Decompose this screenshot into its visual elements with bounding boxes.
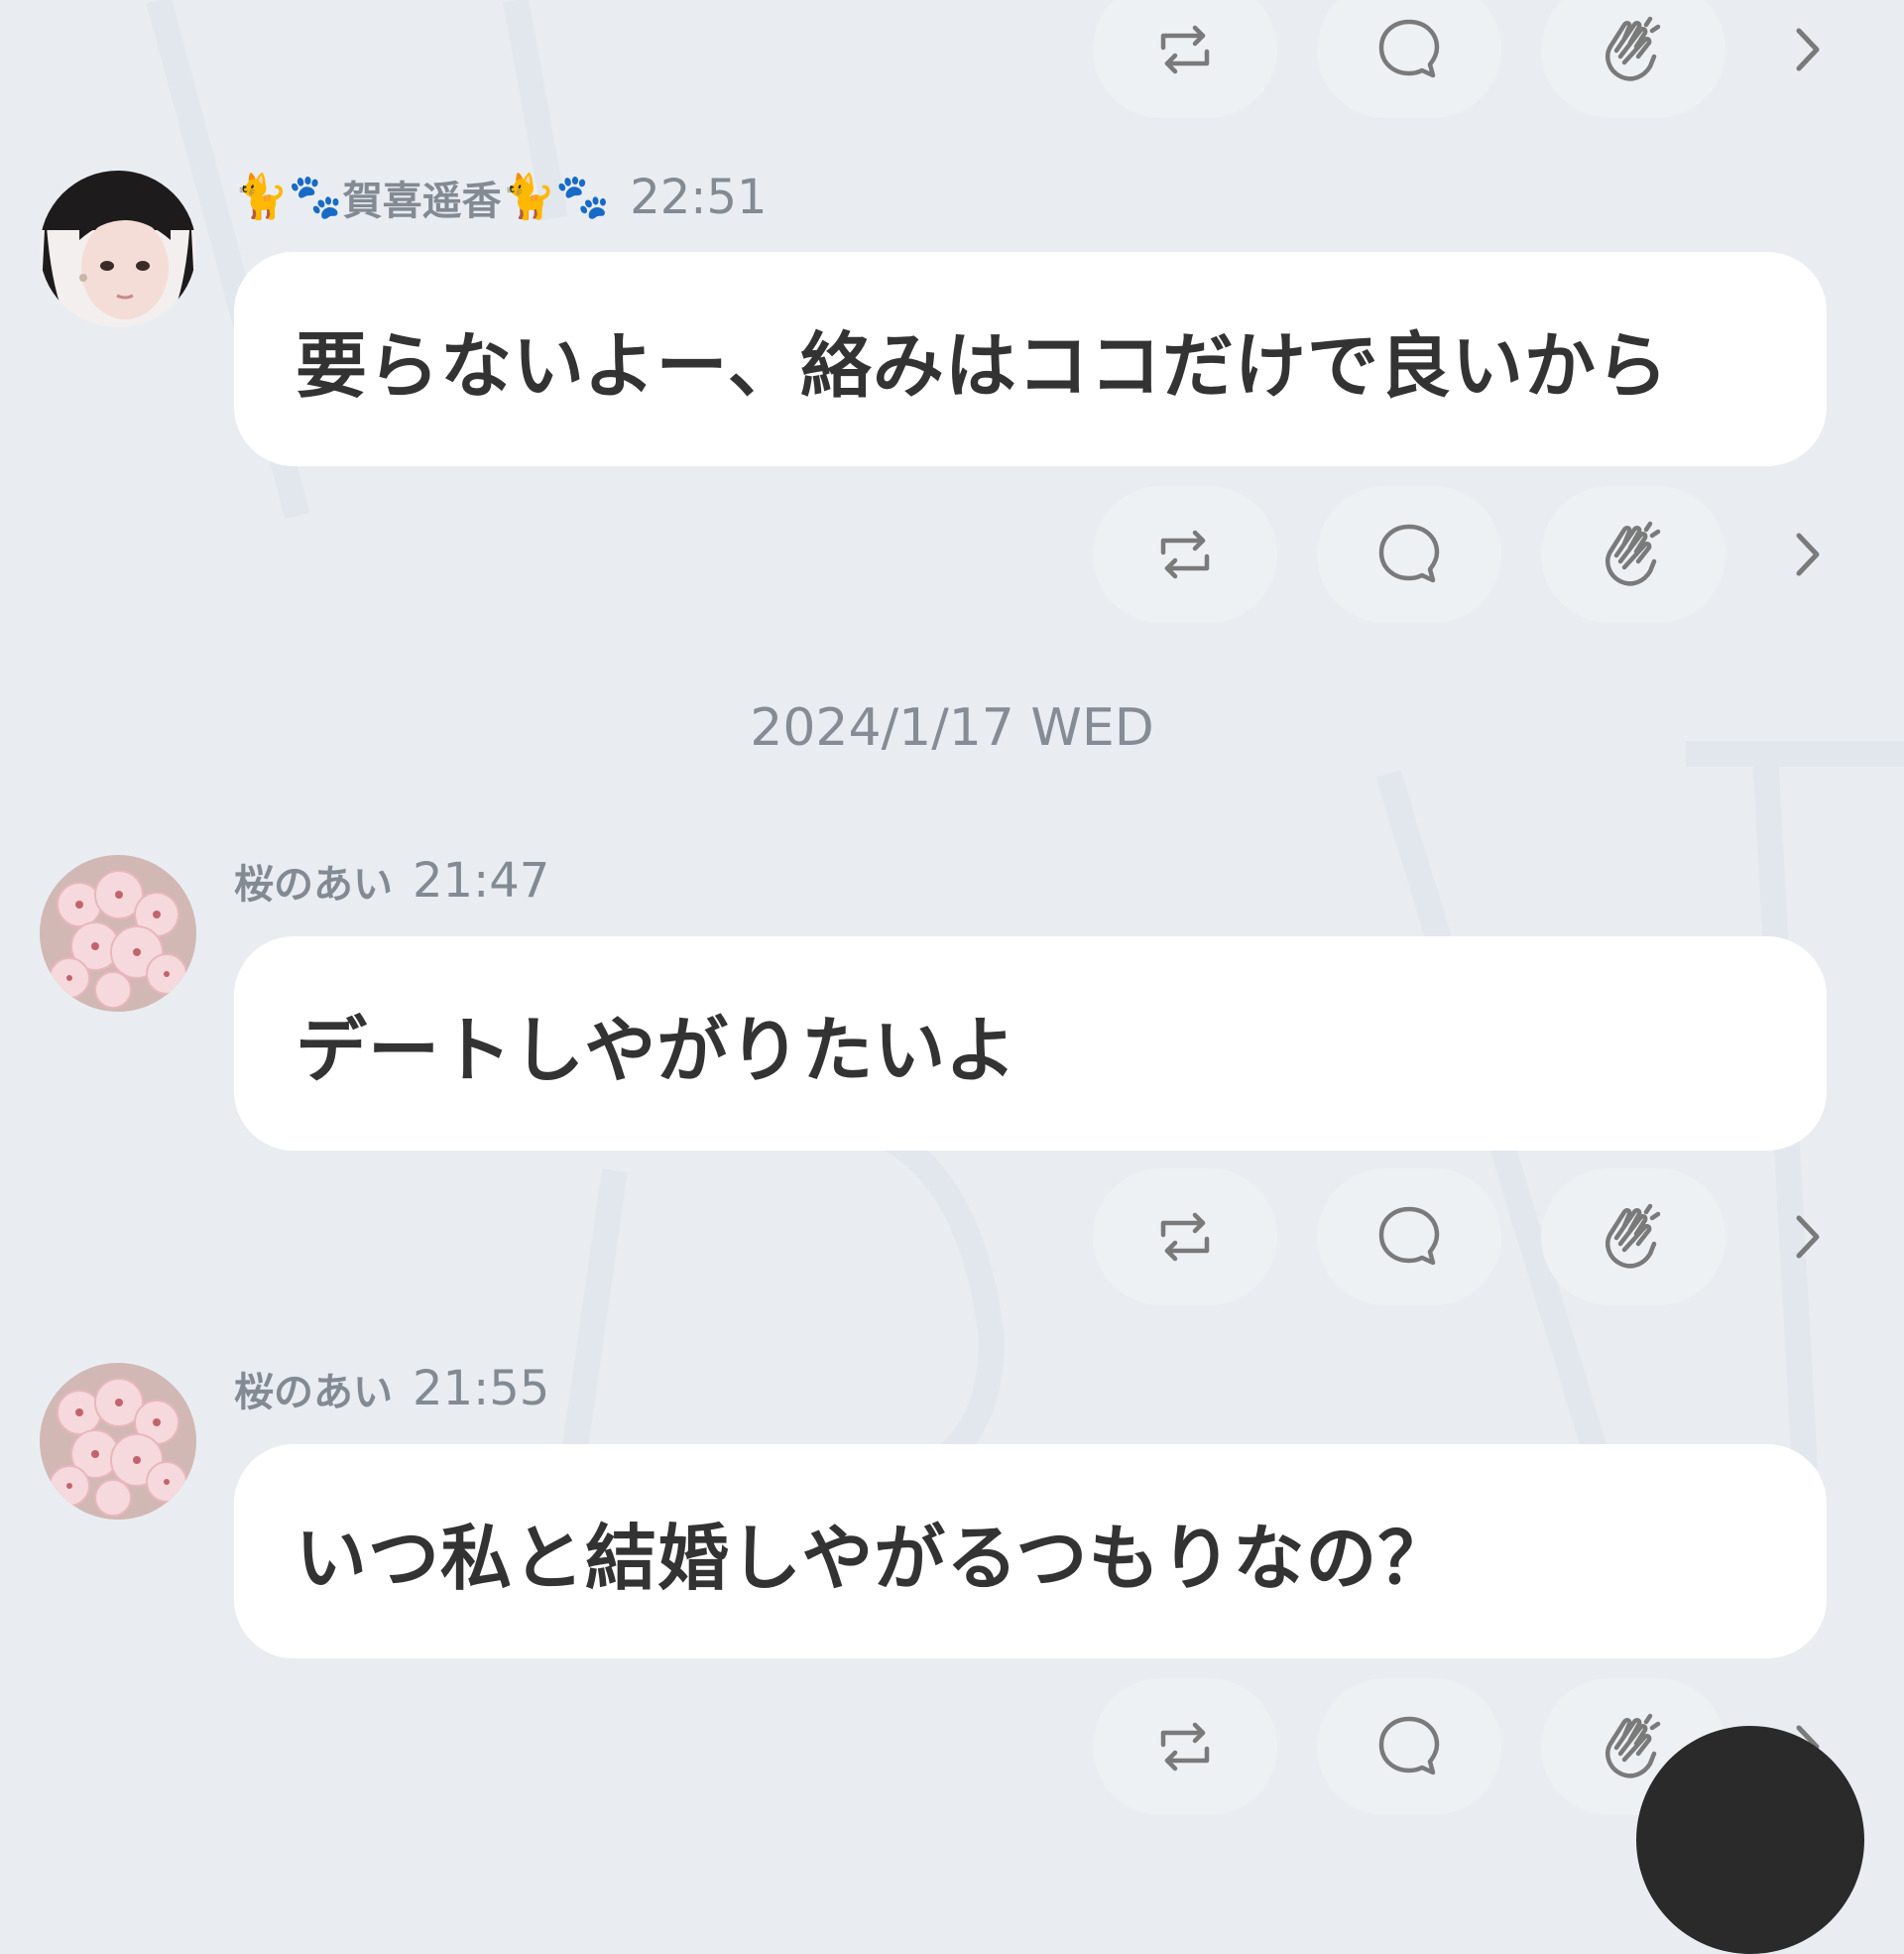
avatar[interactable] [40,171,196,327]
chevron-right-icon [1796,533,1820,576]
post-meta: 桜のあい 21:55 [234,1354,549,1423]
post-meta: 桜のあい 21:47 [234,846,549,916]
action-row [1093,0,1866,118]
clap-button[interactable] [1541,486,1726,623]
avatar[interactable] [40,1363,196,1520]
comment-button[interactable] [1317,486,1501,623]
action-row [1093,486,1866,623]
sakura-avatar-image [40,1363,196,1520]
cat-emoji-icon: 🐈 [234,172,289,222]
avatar[interactable] [40,855,196,1012]
comment-icon [1378,1206,1440,1266]
repost-icon [1160,1722,1210,1771]
more-chevron[interactable] [1777,1207,1837,1267]
message-text: いつ私と結婚しやがるつもりなの？ [296,1516,1451,1600]
repost-button[interactable] [1093,486,1277,623]
repost-button[interactable] [1093,1168,1277,1305]
message-bubble[interactable]: いつ私と結婚しやがるつもりなの？ [234,1444,1827,1658]
comment-icon [1378,524,1440,583]
message-text: 要らないよー、絡みはココだけで良いから [296,323,1669,408]
more-chevron[interactable] [1777,525,1837,584]
sakura-avatar-image [40,855,196,1012]
clap-icon [1606,1203,1661,1269]
post-time: 22:51 [630,170,768,225]
clap-icon [1606,521,1661,586]
author-name[interactable]: 賀喜遥香 [343,169,502,226]
clap-icon [1606,16,1661,81]
author-name[interactable]: 桜のあい [234,852,393,910]
author-name[interactable]: 桜のあい [234,1360,393,1417]
clap-button[interactable] [1541,1168,1726,1305]
post-time: 21:55 [413,1361,550,1416]
repost-icon [1160,25,1210,74]
photo-avatar-image [40,171,196,327]
post-time: 21:47 [413,853,550,909]
chevron-right-icon [1796,1215,1820,1259]
comment-icon [1378,19,1440,78]
message-text: デートしやがりたいよ [296,1008,1017,1092]
repost-icon [1160,530,1210,579]
repost-button[interactable] [1093,1678,1277,1815]
message-bubble[interactable]: デートしやがりたいよ [234,936,1827,1151]
paw-prints-emoji-icon: 🐾 [288,172,343,222]
more-chevron[interactable] [1777,20,1837,79]
repost-button[interactable] [1093,0,1277,118]
comment-button[interactable] [1317,0,1501,118]
comment-button[interactable] [1317,1168,1501,1305]
repost-icon [1160,1212,1210,1262]
comment-button[interactable] [1317,1678,1501,1815]
paw-prints-emoji-icon: 🐾 [555,172,611,222]
action-row [1093,1168,1866,1305]
floating-action-button[interactable] [1636,1726,1864,1954]
clap-button[interactable] [1541,0,1726,118]
chevron-right-icon [1796,28,1820,71]
date-separator: 2024/1/17 WED [750,698,1154,758]
comment-icon [1378,1716,1440,1775]
message-bubble[interactable]: 要らないよー、絡みはココだけで良いから [234,252,1827,466]
post-meta: 🐈 🐾 賀喜遥香 🐈 🐾 22:51 [234,163,768,232]
cat-emoji-icon: 🐈 [501,172,556,222]
